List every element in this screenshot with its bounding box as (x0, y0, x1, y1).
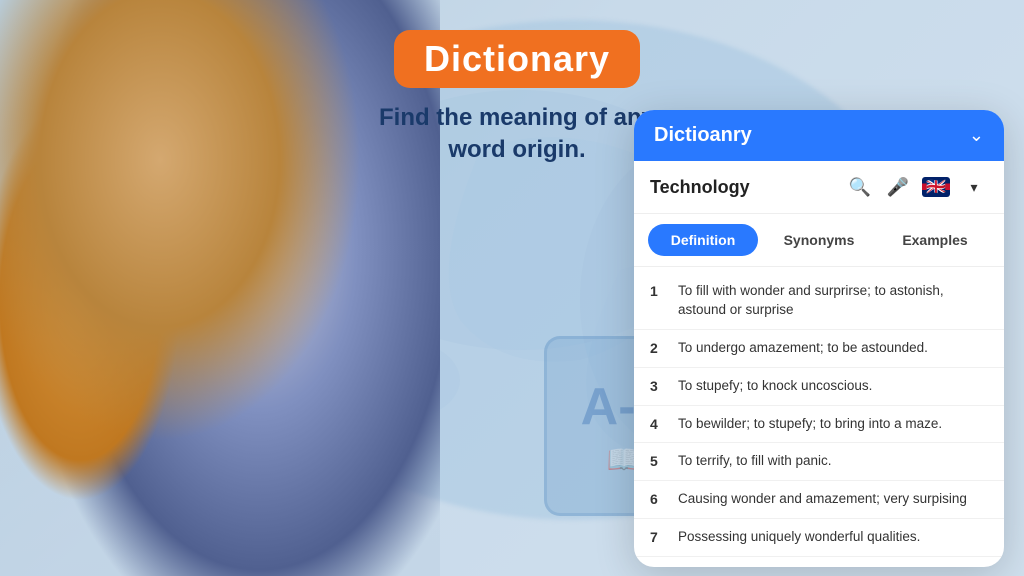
card-header: Dictioanry ⌄ (634, 110, 1004, 161)
def-text-1: To fill with wonder and surprirse; to as… (678, 282, 988, 320)
dictionary-card: Dictioanry ⌄ Technology 🔍 🎤 🇬🇧 ▾ Definit… (634, 110, 1004, 567)
def-num-7: 7 (650, 529, 664, 545)
search-icon[interactable]: 🔍 (846, 173, 874, 201)
language-dropdown-icon[interactable]: ▾ (960, 173, 988, 201)
def-num-2: 2 (650, 340, 664, 356)
definition-row-7: 7 Possessing uniquely wonderful qualitie… (634, 519, 1004, 557)
definition-row-3: 3 To stupefy; to knock uncoscious. (634, 368, 1004, 406)
card-header-title: Dictioanry (654, 124, 752, 147)
tab-synonyms[interactable]: Synonyms (764, 224, 874, 256)
definition-row-1: 1 To fill with wonder and surprirse; to … (634, 273, 1004, 330)
def-num-5: 5 (650, 453, 664, 469)
def-text-7: Possessing uniquely wonderful qualities. (678, 528, 920, 547)
mic-icon[interactable]: 🎤 (884, 173, 912, 201)
headline-line1: Find the meaning of any (379, 104, 655, 131)
search-row: Technology 🔍 🎤 🇬🇧 ▾ (634, 161, 1004, 214)
def-text-8: Very Good (678, 566, 742, 567)
def-text-3: To stupefy; to knock uncoscious. (678, 377, 872, 396)
definition-row-4: 4 To bewilder; to stupefy; to bring into… (634, 406, 1004, 444)
header-chevron-icon[interactable]: ⌄ (969, 125, 984, 146)
def-num-3: 3 (650, 378, 664, 394)
tab-definition[interactable]: Definition (648, 224, 758, 256)
def-text-6: Causing wonder and amazement; very surpi… (678, 490, 967, 509)
def-text-4: To bewilder; to stupefy; to bring into a… (678, 415, 942, 434)
definition-row-8: 8 Very Good (634, 557, 1004, 567)
search-word[interactable]: Technology (650, 177, 836, 198)
language-flag-icon[interactable]: 🇬🇧 (922, 177, 950, 197)
def-num-1: 1 (650, 283, 664, 299)
dictionary-badge: Dictionary (394, 30, 640, 88)
tab-examples[interactable]: Examples (880, 224, 990, 256)
search-icons: 🔍 🎤 🇬🇧 ▾ (846, 173, 988, 201)
def-num-4: 4 (650, 416, 664, 432)
definitions-list: 1 To fill with wonder and surprirse; to … (634, 267, 1004, 567)
definition-row-6: 6 Causing wonder and amazement; very sur… (634, 481, 1004, 519)
def-num-6: 6 (650, 491, 664, 507)
tabs-row: Definition Synonyms Examples (634, 214, 1004, 267)
def-text-5: To terrify, to fill with panic. (678, 452, 832, 471)
headline-line2: word origin. (448, 136, 585, 163)
def-text-2: To undergo amazement; to be astounded. (678, 339, 928, 358)
definition-row-2: 2 To undergo amazement; to be astounded. (634, 330, 1004, 368)
definition-row-5: 5 To terrify, to fill with panic. (634, 443, 1004, 481)
